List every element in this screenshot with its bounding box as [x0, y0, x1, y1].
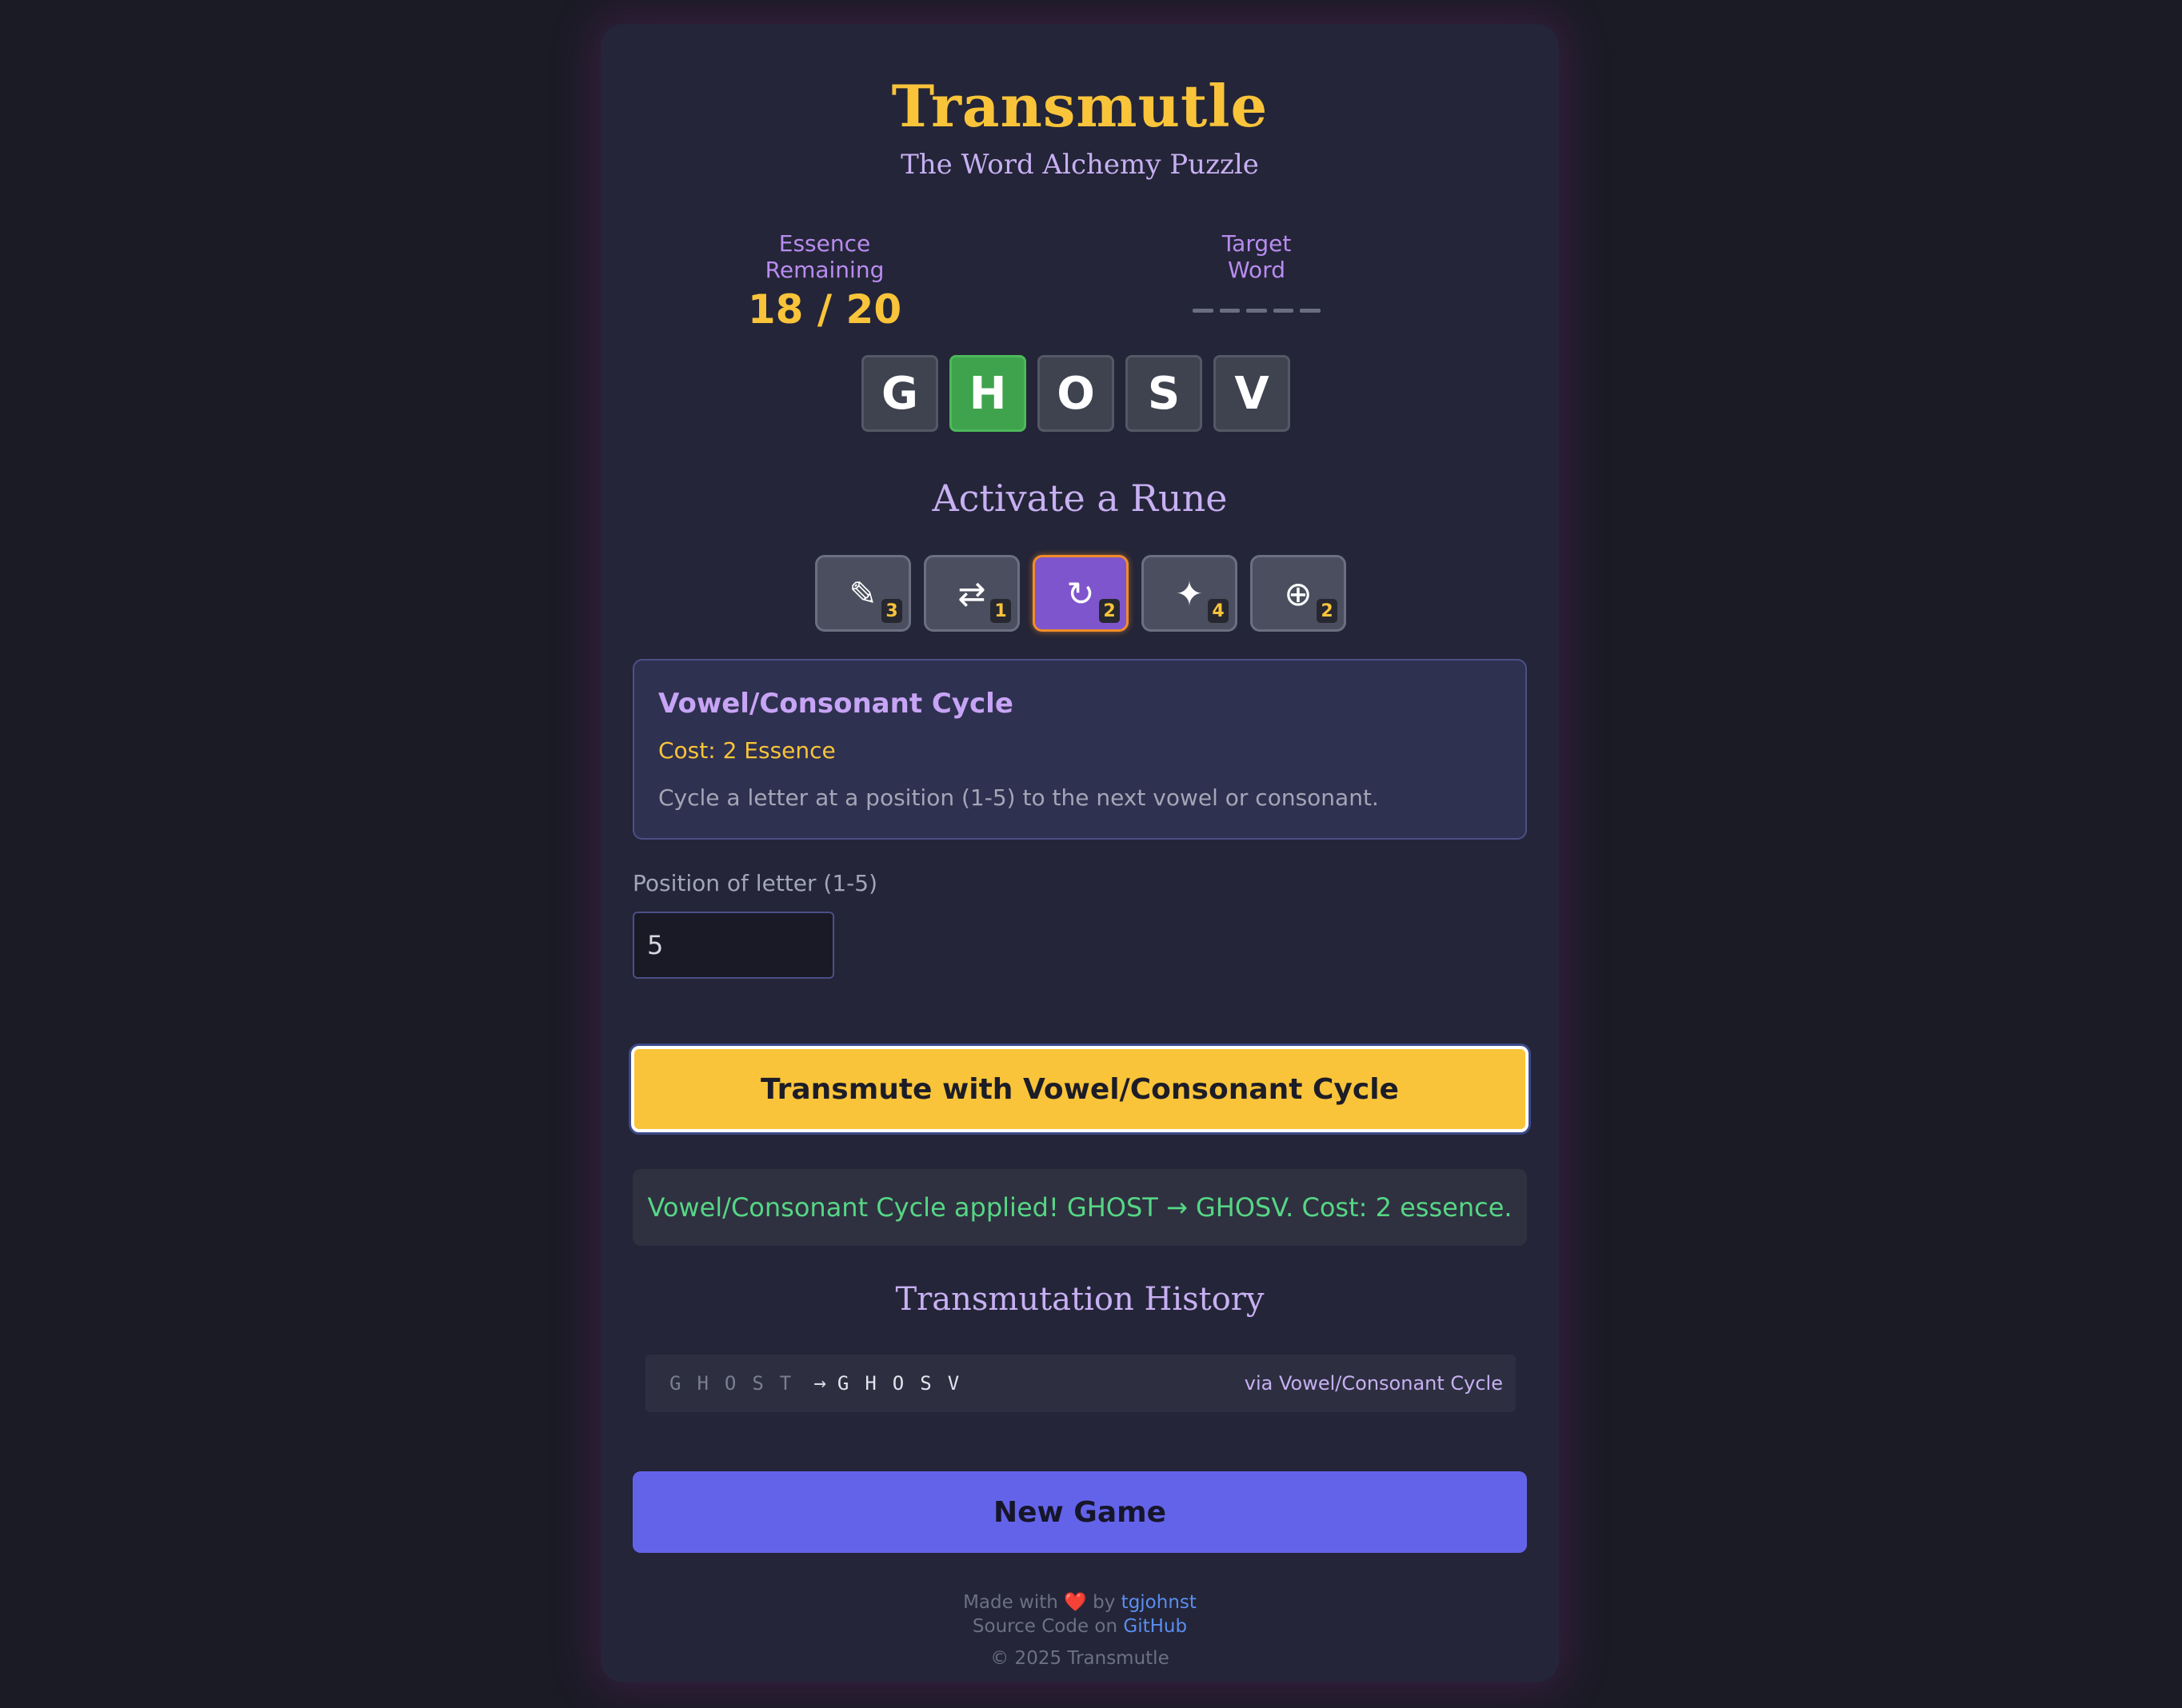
rune-count-badge: 2 — [1317, 599, 1337, 623]
target-letter-placeholder — [1246, 309, 1267, 313]
footer-source: Source Code on GitHub — [601, 1616, 1559, 1637]
letter-tile: V — [1213, 355, 1290, 432]
app-subtitle: The Word Alchemy Puzzle — [901, 149, 1259, 181]
letter-tile: G — [861, 355, 938, 432]
status-message: Vowel/Consonant Cycle applied! GHOST → G… — [633, 1169, 1527, 1246]
rune-count-badge: 3 — [881, 599, 902, 623]
footer-made-with: Made with — [963, 1592, 1058, 1613]
rune-button-sparkle[interactable]: ✦ 4 — [1141, 555, 1237, 632]
author-link[interactable]: tgjohnst — [1121, 1592, 1197, 1613]
swap-arrows-icon: ⇄ — [957, 573, 986, 613]
rune-count-badge: 4 — [1208, 599, 1229, 623]
rune-cost: Cost: 2 Essence — [658, 737, 836, 764]
circled-plus-icon: ⊕ — [1284, 573, 1313, 613]
rune-button-pencil[interactable]: ✎ 3 — [815, 555, 911, 632]
essence-value: 18 / 20 — [747, 286, 902, 333]
position-label: Position of letter (1-5) — [633, 870, 877, 896]
letter-tile: S — [1125, 355, 1202, 432]
pencil-icon: ✎ — [849, 573, 877, 613]
cycle-arrow-icon: ↻ — [1066, 573, 1095, 613]
sparkle-icon: ✦ — [1175, 573, 1204, 613]
rune-button-cycle-arrow[interactable]: ↻ 2 — [1033, 555, 1129, 632]
rune-count-badge: 1 — [990, 599, 1011, 623]
rune-button-swap-arrows[interactable]: ⇄ 1 — [924, 555, 1020, 632]
history-title: Transmutation History — [895, 1281, 1265, 1318]
rune-description: Cycle a letter at a position (1-5) to th… — [658, 784, 1379, 811]
target-stat: Target Word — [1193, 230, 1321, 313]
rune-button-circled-plus[interactable]: ⊕ 2 — [1250, 555, 1346, 632]
rune-count-badge: 2 — [1099, 599, 1120, 623]
target-letter-placeholder — [1300, 309, 1321, 313]
target-letter-placeholder — [1193, 309, 1213, 313]
rune-name: Vowel/Consonant Cycle — [658, 688, 1013, 720]
app-title: Transmutle — [891, 72, 1269, 140]
rune-section-title: Activate a Rune — [932, 477, 1228, 520]
history-to-word: GHOSV — [837, 1372, 976, 1395]
footer-copyright: © 2025 Transmutle — [990, 1648, 1169, 1669]
rune-bar: ✎ 3 ⇄ 1 ↻ 2 ✦ 4 ⊕ 2 — [815, 555, 1346, 632]
game-card: Transmutle The Word Alchemy Puzzle Essen… — [601, 24, 1559, 1682]
essence-stat: Essence Remaining 18 / 20 — [719, 230, 930, 333]
history-from-word: GHOST — [669, 1372, 808, 1395]
target-letter-placeholder — [1273, 309, 1294, 313]
history-via: via Vowel/Consonant Cycle — [1244, 1372, 1503, 1395]
heart-icon: ❤️ — [1064, 1592, 1087, 1613]
letter-tile: H — [949, 355, 1026, 432]
target-word-hidden — [1193, 309, 1321, 313]
rune-info-panel: Vowel/Consonant Cycle Cost: 2 Essence Cy… — [633, 659, 1527, 840]
history-entry: GHOST → GHOSV via Vowel/Consonant Cycle — [645, 1355, 1516, 1412]
footer-source-prefix: Source Code on — [972, 1616, 1118, 1637]
current-word-tiles: GHOSV — [861, 355, 1290, 432]
letter-tile: O — [1037, 355, 1114, 432]
github-link[interactable]: GitHub — [1123, 1616, 1187, 1637]
target-label: Target Word — [1221, 230, 1292, 283]
essence-label: Essence Remaining — [765, 230, 885, 283]
history-arrow: → — [813, 1371, 826, 1395]
footer-by: by — [1093, 1592, 1116, 1613]
transmute-button[interactable]: Transmute with Vowel/Consonant Cycle — [631, 1046, 1529, 1132]
footer-credit: Made with ❤️ by tgjohnst — [601, 1591, 1559, 1613]
position-input[interactable] — [633, 912, 834, 979]
target-letter-placeholder — [1219, 309, 1241, 313]
new-game-button[interactable]: New Game — [633, 1471, 1527, 1553]
